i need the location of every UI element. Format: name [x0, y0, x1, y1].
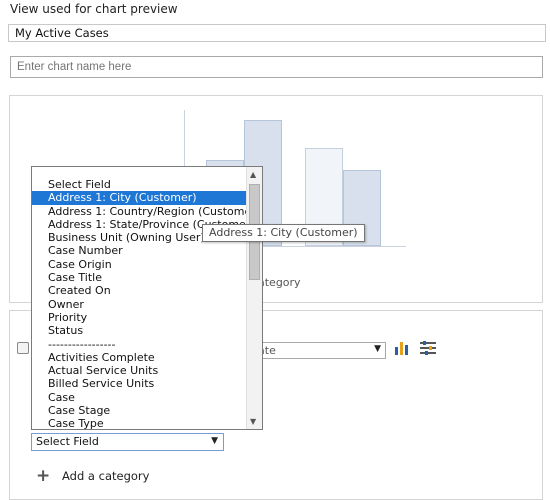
dropdown-option[interactable]: Case Stage	[32, 404, 246, 417]
chart-name-input[interactable]	[10, 56, 543, 78]
dropdown-option[interactable]: Created On	[32, 284, 246, 297]
dropdown-option[interactable]: Priority	[32, 311, 246, 324]
scroll-down-icon[interactable]: ▼	[250, 417, 256, 426]
dropdown-option[interactable]: -----------------	[32, 338, 246, 351]
dropdown-option[interactable]: Billed Service Units	[32, 377, 246, 390]
dropdown-option[interactable]: Case Type	[32, 417, 246, 430]
dropdown-option[interactable]: Select Field	[32, 178, 246, 191]
dropdown-option[interactable]: Case Origin	[32, 258, 246, 271]
dropdown-options: Select Field Address 1: City (Customer) Ad…	[32, 178, 246, 431]
plus-icon: +	[36, 466, 51, 486]
dropdown-scrollbar[interactable]: ▲ ▼	[246, 167, 262, 429]
category-field-value: Select Field	[36, 435, 99, 448]
sort-options-icon[interactable]	[418, 340, 438, 358]
dropdown-arrow-icon: ▼	[374, 344, 381, 354]
category-field-select[interactable]: Select Field ▼	[31, 433, 224, 451]
series-checkbox[interactable]	[17, 342, 29, 354]
dropdown-option[interactable]: Activities Complete	[32, 351, 246, 364]
dropdown-option[interactable]: Case Title	[32, 271, 246, 284]
scroll-up-icon[interactable]: ▲	[250, 170, 256, 179]
view-label: View used for chart preview	[10, 2, 178, 16]
dropdown-option[interactable]: Address 1: Country/Region (Customer)	[32, 205, 246, 218]
dropdown-option[interactable]: Status	[32, 324, 246, 337]
view-select[interactable]: My Active Cases	[8, 24, 546, 42]
dropdown-option[interactable]: Owner	[32, 298, 246, 311]
add-category-label: Add a category	[62, 469, 150, 483]
dropdown-option[interactable]: Case	[32, 391, 246, 404]
dropdown-option[interactable]: Case Number	[32, 244, 246, 257]
preview-category-label: ategory	[258, 276, 301, 289]
column-chart-icon[interactable]	[393, 340, 411, 356]
dropdown-arrow-icon: ▼	[211, 436, 218, 446]
dropdown-option[interactable]: Actual Service Units	[32, 364, 246, 377]
dropdown-option[interactable]: Address 1: City (Customer)	[32, 191, 246, 205]
field-tooltip: Address 1: City (Customer)	[202, 224, 365, 242]
field-dropdown-list[interactable]: Select Field Address 1: City (Customer) Ad…	[31, 166, 263, 430]
